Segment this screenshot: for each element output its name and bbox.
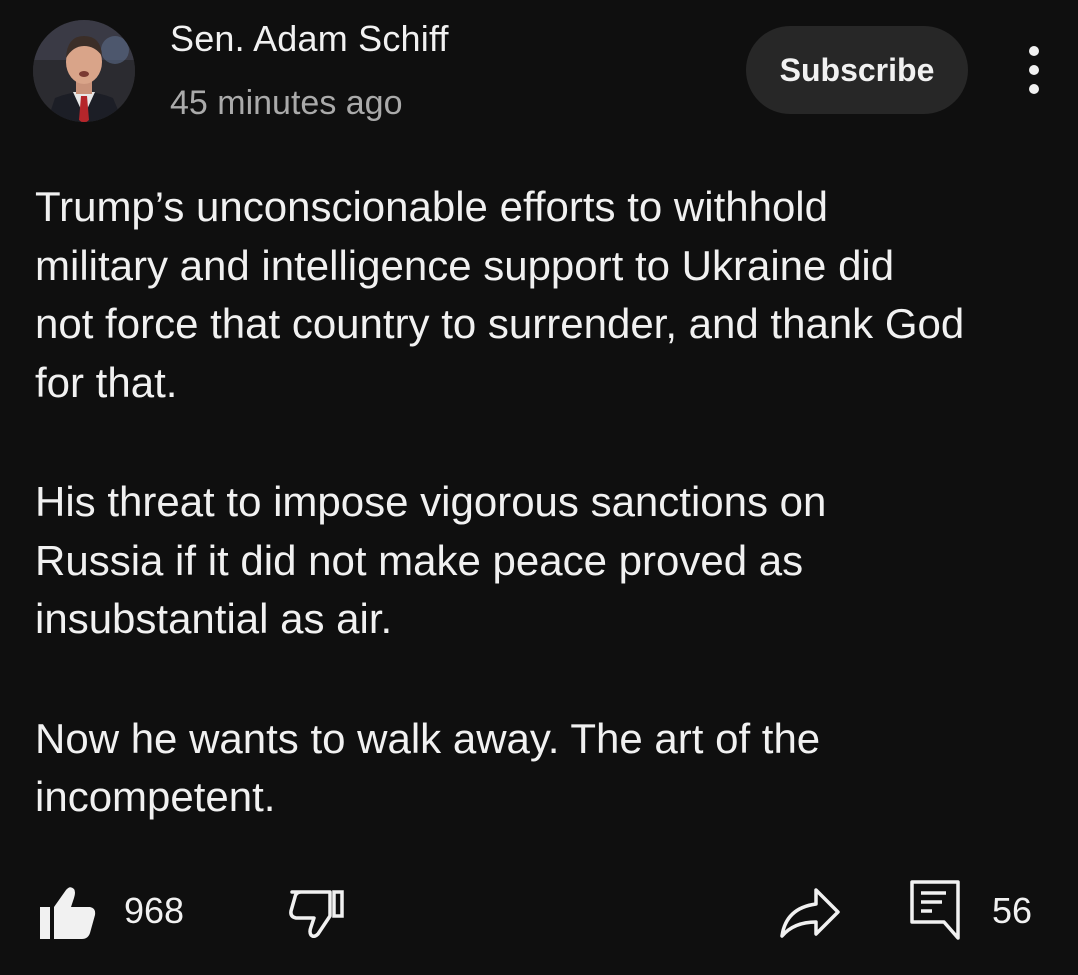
post-paragraph: His threat to impose vigorous sanctions … xyxy=(35,478,827,642)
thumbs-up-filled-icon xyxy=(40,887,96,939)
post-body: Trump’s unconscionable efforts to withho… xyxy=(35,178,1045,888)
subscribe-button[interactable]: Subscribe xyxy=(746,26,968,114)
community-post: Sen. Adam Schiff 45 minutes ago Subscrib… xyxy=(0,0,1078,975)
dislike-button[interactable] xyxy=(286,882,348,944)
post-header: Sen. Adam Schiff 45 minutes ago Subscrib… xyxy=(0,0,1078,140)
comments-button[interactable] xyxy=(906,876,968,942)
comment-icon xyxy=(910,880,960,940)
post-paragraph: Trump’s unconscionable efforts to withho… xyxy=(35,183,965,406)
share-arrow-icon xyxy=(780,888,840,938)
thumbs-down-outline-icon xyxy=(289,890,344,939)
post-actions-bar: 968 56 xyxy=(0,860,1078,960)
like-button[interactable] xyxy=(38,882,98,942)
share-button[interactable] xyxy=(778,882,842,942)
more-options-button[interactable] xyxy=(1012,42,1058,98)
post-timestamp: 45 minutes ago xyxy=(170,84,403,122)
avatar-image xyxy=(33,20,135,122)
comment-count: 56 xyxy=(992,890,1033,931)
like-count: 968 xyxy=(124,890,185,931)
post-paragraph: Now he wants to walk away. The art of th… xyxy=(35,714,821,821)
author-name[interactable]: Sen. Adam Schiff xyxy=(170,18,449,60)
avatar[interactable] xyxy=(33,20,135,122)
